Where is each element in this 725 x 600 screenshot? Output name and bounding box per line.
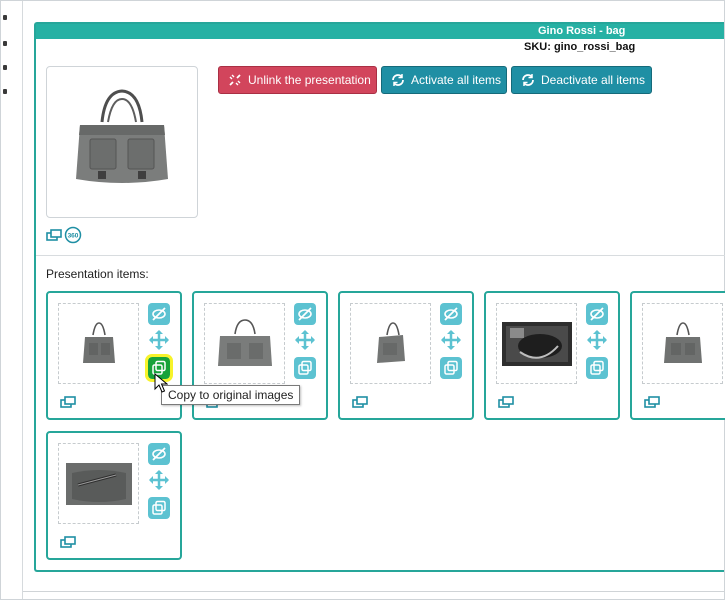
main-image-tools: 360	[46, 226, 82, 244]
hide-item-button[interactable]	[440, 303, 462, 325]
eye-slash-icon	[152, 447, 166, 461]
link-icon[interactable]	[60, 395, 76, 409]
item-thumbnail[interactable]	[204, 303, 285, 384]
link-icon[interactable]	[60, 535, 76, 549]
activate-all-button[interactable]: Activate all items	[381, 66, 507, 94]
window-frame: Gino Rossi - bag SKU: gino_rossi_bag Unl…	[0, 0, 725, 600]
move-arrows-icon	[149, 330, 169, 350]
eye-slash-icon	[298, 307, 312, 321]
hide-item-button[interactable]	[148, 443, 170, 465]
copy-to-original-button[interactable]	[148, 497, 170, 519]
eye-slash-icon	[590, 307, 604, 321]
deactivate-all-button[interactable]: Deactivate all items	[511, 66, 652, 94]
move-item-button[interactable]	[148, 469, 170, 491]
link-icon[interactable]	[644, 395, 660, 409]
product-sku: SKU: gino_rossi_bag	[524, 41, 636, 53]
deactivate-label: Deactivate all items	[541, 73, 646, 87]
view-360-icon[interactable]: 360	[64, 226, 82, 244]
presentation-item-card	[338, 291, 474, 420]
svg-text:360: 360	[68, 233, 79, 240]
unlink-label: Unlink the presentation	[248, 73, 371, 87]
item-thumbnail[interactable]	[496, 303, 577, 384]
gutter-mark	[3, 15, 7, 20]
move-arrows-icon	[587, 330, 607, 350]
copy-icon	[590, 360, 604, 375]
gutter-mark	[3, 65, 7, 70]
copy-icon	[444, 360, 458, 375]
item-thumbnail[interactable]	[58, 303, 139, 384]
copy-icon	[152, 500, 166, 515]
eye-slash-icon	[444, 307, 458, 321]
eye-slash-icon	[152, 307, 166, 321]
bag-pocket-detail-image	[65, 462, 132, 505]
copy-tooltip: Copy to original images	[161, 385, 301, 405]
mouse-cursor-icon	[154, 373, 168, 393]
hide-item-button[interactable]	[294, 303, 316, 325]
item-thumbnail[interactable]	[350, 303, 431, 384]
bag-image	[76, 89, 168, 183]
move-arrows-icon	[441, 330, 461, 350]
hide-item-button[interactable]	[148, 303, 170, 325]
bag-image	[376, 321, 405, 363]
refresh-icon	[522, 74, 534, 86]
move-arrows-icon	[149, 470, 169, 490]
copy-icon	[298, 360, 312, 375]
bag-image	[82, 321, 115, 363]
copy-to-original-button[interactable]	[440, 357, 462, 379]
bottom-divider	[23, 591, 725, 592]
link-icon[interactable]	[46, 228, 62, 242]
section-divider	[36, 255, 725, 256]
copy-to-original-button[interactable]	[586, 357, 608, 379]
presentation-item-card	[630, 291, 725, 420]
activate-label: Activate all items	[411, 73, 502, 87]
gutter-mark	[3, 41, 7, 46]
link-icon[interactable]	[352, 395, 368, 409]
refresh-icon	[392, 74, 404, 86]
left-gutter	[1, 1, 23, 599]
copy-to-original-button[interactable]	[294, 357, 316, 379]
bag-inside-image	[501, 321, 572, 366]
item-thumbnail[interactable]	[642, 303, 723, 384]
product-panel: Gino Rossi - bag SKU: gino_rossi_bag Unl…	[34, 22, 725, 572]
move-item-button[interactable]	[440, 329, 462, 351]
item-thumbnail[interactable]	[58, 443, 139, 524]
main-product-image[interactable]	[46, 66, 198, 218]
move-item-button[interactable]	[148, 329, 170, 351]
product-title: Gino Rossi - bag	[36, 24, 724, 39]
hide-item-button[interactable]	[586, 303, 608, 325]
presentation-item-card	[46, 431, 182, 560]
presentation-items-title: Presentation items:	[46, 267, 149, 281]
move-item-button[interactable]	[294, 329, 316, 351]
presentation-item-card	[484, 291, 620, 420]
move-item-button[interactable]	[586, 329, 608, 351]
link-icon[interactable]	[498, 395, 514, 409]
move-arrows-icon	[295, 330, 315, 350]
bag-image	[663, 321, 702, 363]
unlink-icon	[229, 74, 241, 86]
unlink-presentation-button[interactable]: Unlink the presentation	[218, 66, 377, 94]
gutter-mark	[3, 89, 7, 94]
bag-image	[217, 318, 272, 366]
